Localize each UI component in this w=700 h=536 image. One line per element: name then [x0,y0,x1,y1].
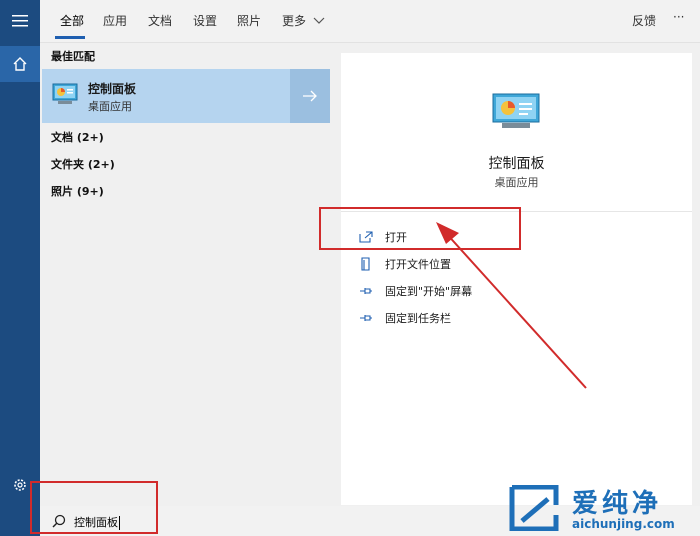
annotation-arrow [436,222,587,389]
watermark-brand-text: 爱纯净 [572,489,663,519]
watermark: 爱纯净 aichunjing.com [508,483,698,533]
watermark-url: aichunjing.com [572,517,675,531]
watermark-logo-icon [509,485,559,531]
